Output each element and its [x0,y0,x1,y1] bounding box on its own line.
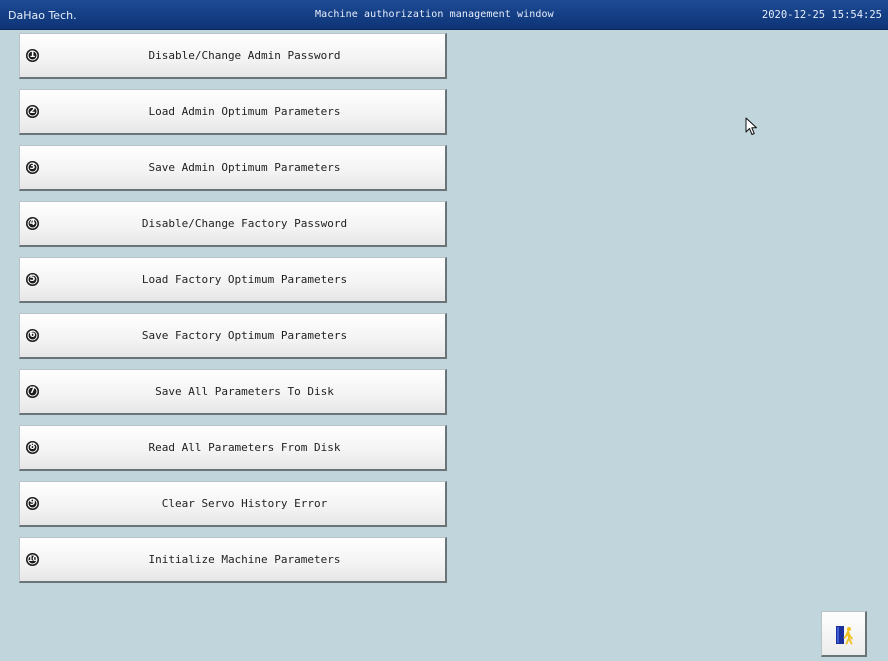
company-name: DaHao Tech. [8,9,77,22]
menu-item-label: Save Factory Optimum Parameters [141,329,348,342]
menu-item-label: Read All Parameters From Disk [148,441,341,454]
load-admin-optimum-parameters-button[interactable]: 2 Load Admin Optimum Parameters [19,89,447,135]
menu-item-label: Disable/Change Admin Password [148,49,341,62]
mouse-pointer-icon [745,117,759,137]
initialize-machine-parameters-button[interactable]: 10 Initialize Machine Parameters [19,537,447,583]
read-all-parameters-from-disk-button[interactable]: 8 Read All Parameters From Disk [19,425,447,471]
title-bar: DaHao Tech. Machine authorization manage… [0,0,888,30]
clear-servo-history-error-button[interactable]: 9 Clear Servo History Error [19,481,447,527]
window-title: Machine authorization management window [315,9,554,20]
menu-item-label: Clear Servo History Error [161,497,328,510]
load-factory-optimum-parameters-button[interactable]: 5 Load Factory Optimum Parameters [19,257,447,303]
menu-item-label: Load Factory Optimum Parameters [141,273,348,286]
save-admin-optimum-parameters-button[interactable]: 3 Save Admin Optimum Parameters [19,145,447,191]
disable-change-factory-password-button[interactable]: 4 Disable/Change Factory Password [19,201,447,247]
disable-change-admin-password-button[interactable]: 1 Disable/Change Admin Password [19,33,447,79]
datetime-display: 2020-12-25 15:54:25 [761,9,882,21]
exit-button[interactable] [821,611,867,657]
menu-item-label: Disable/Change Factory Password [141,217,348,230]
save-factory-optimum-parameters-button[interactable]: 6 Save Factory Optimum Parameters [19,313,447,359]
authorization-menu: 1 Disable/Change Admin Password 2 Load A… [19,33,449,593]
menu-item-label: Initialize Machine Parameters [148,553,341,566]
exit-door-icon [836,626,853,645]
menu-item-label: Save Admin Optimum Parameters [148,161,341,174]
menu-item-label: Save All Parameters To Disk [155,385,334,398]
save-all-parameters-to-disk-button[interactable]: 7 Save All Parameters To Disk [19,369,447,415]
menu-item-label: Load Admin Optimum Parameters [148,105,341,118]
